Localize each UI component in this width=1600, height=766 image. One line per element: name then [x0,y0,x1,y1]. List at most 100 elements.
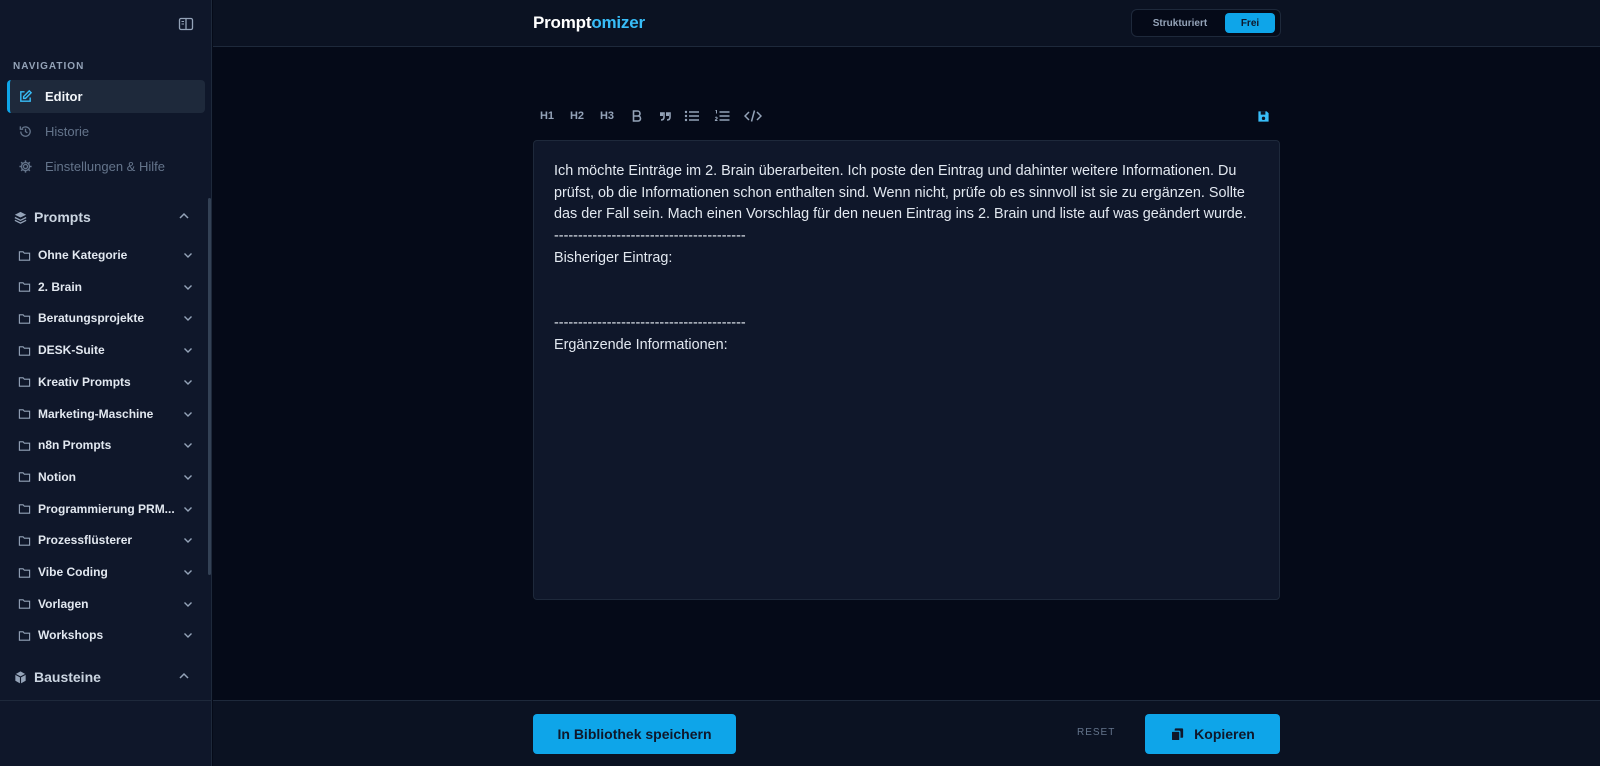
app-logo: Promptomizer [533,13,645,33]
chevron-down-icon[interactable] [182,503,194,515]
folder-item[interactable]: DESK-Suite [18,338,194,362]
folder-icon [18,597,32,611]
folder-label: Prozessflüsterer [38,533,133,548]
nav-item-label: Historie [45,124,90,139]
copy-button-label: Kopieren [1194,726,1255,742]
chevron-down-icon[interactable] [182,312,194,324]
folder-item[interactable]: Vibe Coding [18,560,194,584]
folder-icon [18,280,32,294]
bold-icon[interactable] [629,105,645,127]
folder-item[interactable]: n8n Prompts [18,433,194,457]
folder-icon [18,628,32,642]
folder-label: n8n Prompts [38,438,112,453]
logo-text: Prompt [533,13,592,32]
chevron-up-icon [177,669,191,683]
folder-label: 2. Brain [38,279,83,294]
chevron-down-icon[interactable] [182,629,194,641]
editor-line: Ergänzende Informationen: [554,336,728,353]
prompt-editor[interactable]: Ich möchte Einträge im 2. Brain überarbe… [533,140,1280,600]
folder-label: DESK-Suite [38,343,105,358]
folder-item[interactable]: Kreativ Prompts [18,370,194,394]
bullet-list-icon[interactable] [683,105,701,127]
gear-icon [18,159,34,175]
save-to-library-button[interactable]: In Bibliothek speichern [533,714,736,754]
copy-icon [1170,726,1186,742]
chevron-down-icon[interactable] [182,439,194,451]
nav-item-label: Editor [45,89,83,104]
folder-item[interactable]: Ohne Kategorie [18,243,194,267]
chevron-down-icon[interactable] [182,249,194,261]
heading1-button[interactable]: H1 [537,105,557,127]
folder-icon [18,375,32,389]
chevron-down-icon[interactable] [182,344,194,356]
numbered-list-icon[interactable] [713,105,731,127]
heading3-button[interactable]: H3 [597,105,617,127]
layers-icon [13,209,29,225]
folder-icon [18,565,32,579]
box-icon [13,669,29,685]
folder-icon [18,502,32,516]
folder-icon [18,438,32,452]
folder-icon [18,343,32,357]
copy-button[interactable]: Kopieren [1145,714,1280,754]
editor-line: das der Fall sein. Mach einen Vorschlag … [554,206,1247,223]
chevron-up-icon [177,209,191,223]
nav-heading: NAVIGATION [13,61,85,72]
editor-line: ---------------------------------------- [554,228,746,245]
chevron-down-icon[interactable] [182,566,194,578]
folder-label: Ohne Kategorie [38,248,128,262]
chevron-down-icon[interactable] [182,408,194,420]
sidebar: NAVIGATION Editor Historie Einstellungen… [0,0,212,766]
folder-label: Beratungsprojekte [38,311,145,326]
folder-label: Programmierung PRM... [38,501,175,516]
chevron-down-icon[interactable] [182,281,194,293]
mode-toggle: Strukturiert Frei [1131,9,1281,37]
editor-line: Ich möchte Einträge im 2. Brain überarbe… [554,163,1237,179]
nav-item-editor[interactable]: Editor [7,80,205,113]
folder-icon [18,248,32,262]
folder-item[interactable]: Workshops [18,623,194,647]
folder-label: Workshops [38,628,104,643]
mode-free-button[interactable]: Frei [1225,13,1275,33]
folder-icon [18,470,32,484]
chevron-down-icon[interactable] [182,534,194,546]
sidebar-toggle-icon[interactable] [178,16,194,32]
formatting-toolbar: H1 H2 H3 [533,105,1280,127]
quote-icon[interactable] [657,105,673,127]
save-icon[interactable] [1254,105,1272,127]
nav-item-einstellungen[interactable]: Einstellungen & Hilfe [7,150,205,183]
folder-item[interactable]: 2. Brain [18,275,194,299]
folder-item[interactable]: Notion [18,465,194,489]
top-bar: Promptomizer Strukturiert Frei [213,0,1600,47]
mode-structured-button[interactable]: Strukturiert [1135,13,1225,33]
folder-icon [18,407,32,421]
nav-item-historie[interactable]: Historie [7,115,205,148]
folder-item[interactable]: Prozessflüsterer [18,528,194,552]
folder-item[interactable]: Programmierung PRM... [18,497,194,521]
prompts-section-label: Prompts [34,209,91,225]
bausteine-section-label: Bausteine [34,669,101,685]
heading2-button[interactable]: H2 [567,105,587,127]
folder-icon [18,311,32,325]
edit-icon [18,89,34,105]
prompts-section-header[interactable]: Prompts [13,205,197,229]
bottom-bar: In Bibliothek speichern RESET Kopieren [213,700,1600,766]
bausteine-section-header[interactable]: Bausteine [13,665,197,689]
logo-text-accent: omizer [591,13,645,32]
folder-item[interactable]: Vorlagen [18,592,194,616]
sidebar-scrollbar[interactable] [208,198,211,575]
chevron-down-icon[interactable] [182,471,194,483]
folder-label: Notion [38,469,76,484]
sidebar-divider [0,700,212,701]
history-icon [18,124,34,140]
code-icon[interactable] [743,105,763,127]
editor-line: ---------------------------------------- [554,314,746,331]
chevron-down-icon[interactable] [182,598,194,610]
chevron-down-icon[interactable] [182,376,194,388]
folder-item[interactable]: Marketing-Maschine [18,402,194,426]
folder-item[interactable]: Beratungsprojekte [18,306,194,330]
folder-label: Marketing-Maschine [38,406,154,421]
reset-button[interactable]: RESET [1077,727,1115,738]
